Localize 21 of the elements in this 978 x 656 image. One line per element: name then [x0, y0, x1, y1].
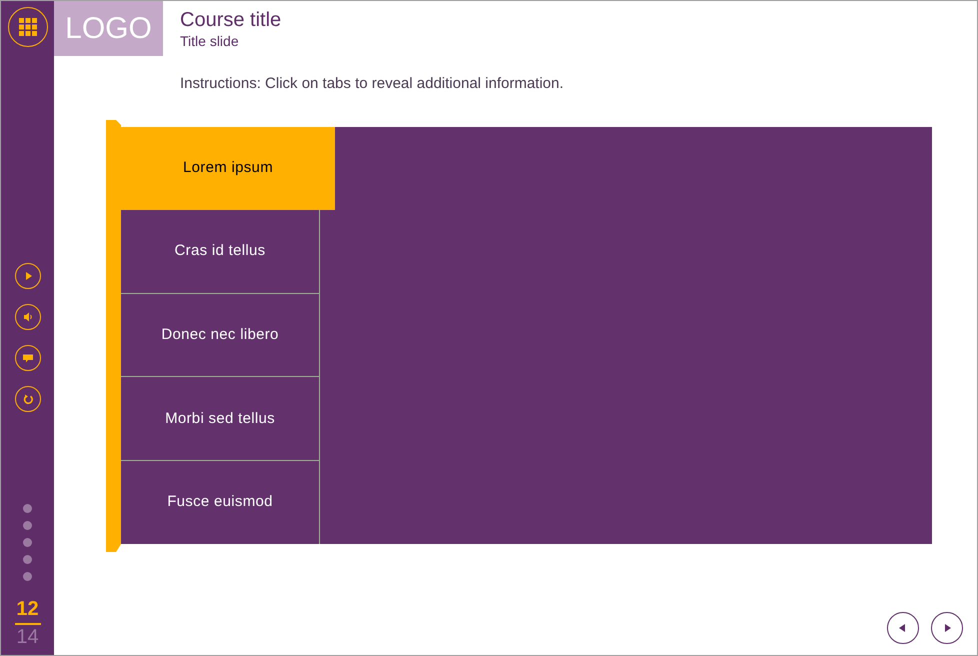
slide-title: Title slide: [180, 32, 240, 50]
tab[interactable]: Cras id tellus: [121, 210, 320, 294]
speech-bubble-icon: [22, 352, 34, 364]
next-button[interactable]: [931, 612, 963, 644]
current-page: 12: [16, 597, 39, 621]
course-title: Course title: [180, 8, 282, 32]
logo: LOGO: [54, 1, 163, 56]
speaker-icon: [22, 311, 34, 323]
tab[interactable]: Lorem ipsum: [121, 127, 335, 210]
total-pages: 14: [16, 625, 39, 649]
menu-button[interactable]: [8, 7, 48, 47]
replay-icon: [22, 393, 34, 405]
replay-button[interactable]: [14, 386, 40, 412]
grid-icon: [18, 18, 36, 36]
tab[interactable]: Morbi sed tellus: [121, 377, 320, 462]
audio-button[interactable]: [14, 304, 40, 330]
previous-button[interactable]: [887, 612, 919, 644]
comment-button[interactable]: [14, 345, 40, 371]
tab[interactable]: Donec nec libero: [121, 294, 320, 378]
instructions-text: Instructions: Click on tabs to reveal additional information.: [180, 75, 564, 92]
play-button[interactable]: [14, 263, 40, 289]
